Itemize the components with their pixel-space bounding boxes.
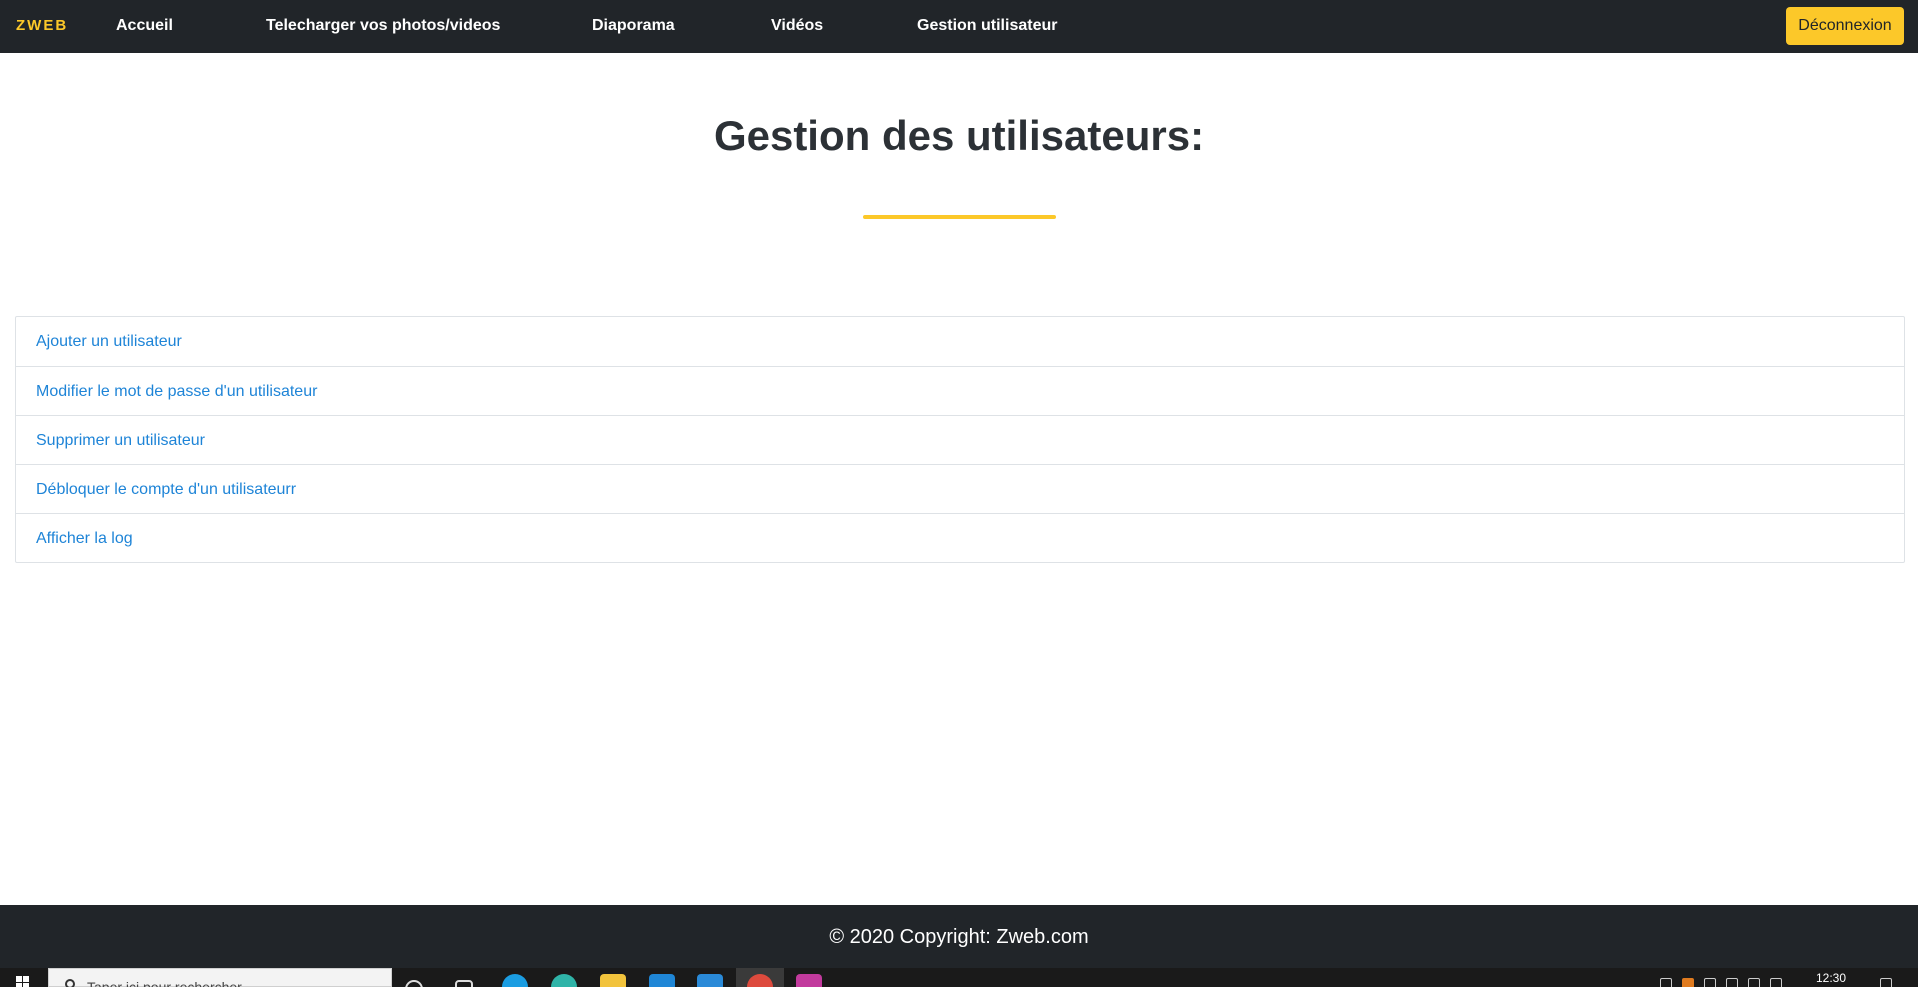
task-view-icon[interactable] bbox=[455, 980, 473, 987]
nav-link-diaporama[interactable]: Diaporama bbox=[592, 17, 675, 35]
delete-user-link[interactable]: Supprimer un utilisateur bbox=[16, 415, 1904, 464]
title-divider bbox=[863, 215, 1056, 219]
feather-app-icon[interactable] bbox=[796, 974, 822, 987]
store-icon[interactable] bbox=[649, 974, 675, 987]
user-actions-list: Ajouter un utilisateur Modifier le mot d… bbox=[15, 316, 1905, 563]
copyright-text: © 2020 Copyright: Zweb.com bbox=[829, 926, 1089, 948]
add-user-link[interactable]: Ajouter un utilisateur bbox=[16, 317, 1904, 366]
edge-icon[interactable] bbox=[502, 974, 528, 987]
taskbar-clock[interactable]: 12:30 bbox=[1816, 971, 1846, 985]
search-placeholder: Taper ici pour rechercher bbox=[87, 979, 242, 987]
nav-link-videos[interactable]: Vidéos bbox=[771, 17, 823, 35]
change-password-link[interactable]: Modifier le mot de passe d'un utilisateu… bbox=[16, 366, 1904, 415]
nav-link-user-management[interactable]: Gestion utilisateur bbox=[917, 17, 1057, 35]
notification-icon[interactable] bbox=[1880, 978, 1892, 987]
windows-taskbar: Taper ici pour rechercher 12:30 bbox=[0, 968, 1918, 987]
start-icon[interactable] bbox=[16, 976, 30, 987]
page-footer: © 2020 Copyright: Zweb.com bbox=[0, 905, 1918, 968]
tray-volume-icon[interactable] bbox=[1770, 978, 1782, 987]
search-icon bbox=[65, 979, 75, 987]
show-log-link[interactable]: Afficher la log bbox=[16, 513, 1904, 562]
edge-beta-icon[interactable] bbox=[551, 974, 577, 987]
tray-wifi-icon[interactable] bbox=[1748, 978, 1760, 987]
nav-link-accueil[interactable]: Accueil bbox=[116, 17, 173, 35]
logout-button[interactable]: Déconnexion bbox=[1786, 7, 1904, 45]
file-explorer-icon[interactable] bbox=[600, 974, 626, 987]
unlock-account-link[interactable]: Débloquer le compte d'un utilisateurr bbox=[16, 464, 1904, 513]
taskbar-search-input[interactable]: Taper ici pour rechercher bbox=[48, 968, 392, 987]
top-navbar: ZWEB Accueil Telecharger vos photos/vide… bbox=[0, 0, 1918, 53]
tray-keyboard-icon[interactable] bbox=[1726, 978, 1738, 987]
nav-link-upload[interactable]: Telecharger vos photos/videos bbox=[266, 17, 500, 35]
tray-chevron-icon[interactable] bbox=[1660, 978, 1672, 987]
vscode-icon[interactable] bbox=[697, 974, 723, 987]
tray-device-icon[interactable] bbox=[1704, 978, 1716, 987]
page-title: Gestion des utilisateurs: bbox=[713, 112, 1205, 159]
brand-logo[interactable]: ZWEB bbox=[16, 17, 68, 34]
tray-app-icon[interactable] bbox=[1682, 978, 1694, 987]
cortana-icon[interactable] bbox=[405, 980, 423, 987]
